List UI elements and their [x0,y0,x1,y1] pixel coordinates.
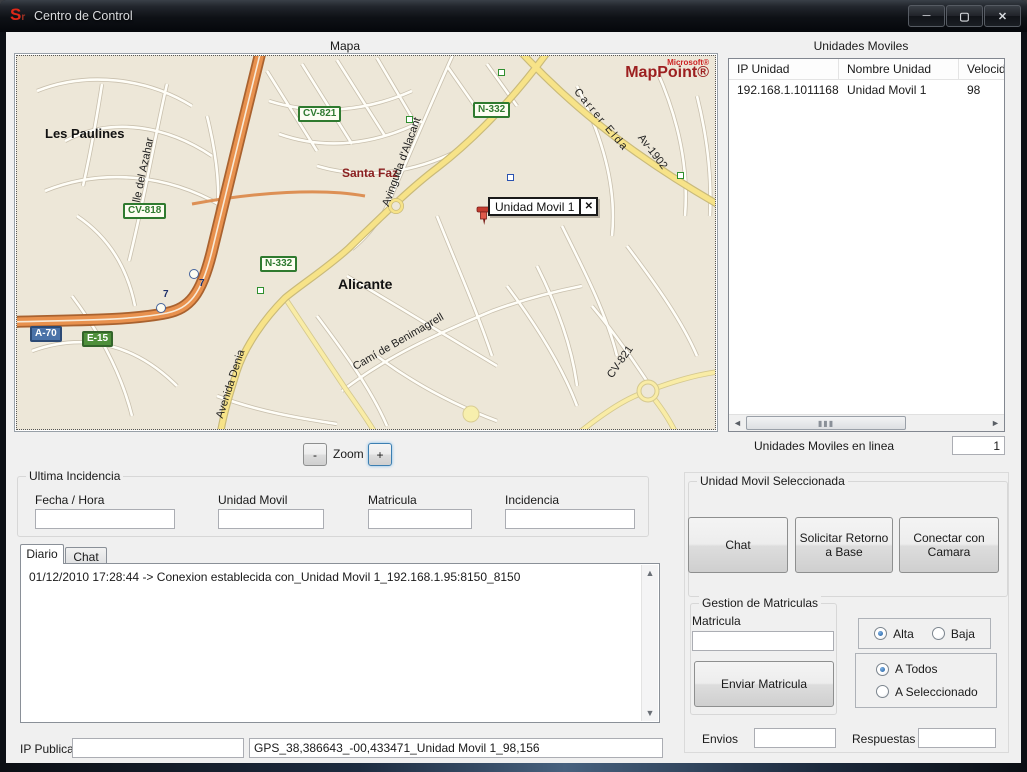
map-place-alicante: Alicante [338,276,392,292]
minimize-button[interactable]: ─ [908,5,945,27]
green-square-marker [677,172,684,179]
radio-baja-icon[interactable] [932,627,945,640]
table-row[interactable]: 192.168.1.1011168 Unidad Movil 1 98 [729,80,1004,100]
scroll-up-icon[interactable]: ▲ [642,565,658,581]
yellow-blob [463,406,479,422]
column-header-velocidad[interactable]: Velocidad [959,59,1005,79]
units-panel-title: Unidades Moviles [776,39,946,53]
shield-n332-north: N-332 [473,102,510,118]
ip-publica-field[interactable] [72,738,244,758]
respuestas-field[interactable] [918,728,996,748]
units-table-header[interactable]: IP Unidad Nombre Unidad Velocidad [729,59,1004,80]
matricula-input[interactable] [692,631,834,651]
shield-e15: E-15 [82,331,113,347]
vertical-scrollbar[interactable]: ▲ ▼ [641,565,658,721]
gps-status-field[interactable] [249,738,663,758]
blue-square-marker [507,174,514,181]
scroll-right-icon[interactable]: ► [987,415,1004,431]
fecha-hora-field[interactable] [35,509,175,529]
enviar-matricula-button[interactable]: Enviar Matricula [694,661,834,707]
envios-label: Envios [702,732,738,746]
exit-number: 7 [163,289,169,300]
cell-ip: 192.168.1.1011168 [729,80,839,100]
green-square-marker [406,116,413,123]
zoom-in-button[interactable]: + [368,443,392,466]
online-units-value[interactable] [952,436,1005,455]
client-area: Mapa [6,32,1021,763]
window-bottom-edge [0,763,1027,772]
map-place-les-paulines: Les Paulines [45,126,124,141]
fecha-hora-label: Fecha / Hora [35,493,104,507]
exit-marker [156,303,166,313]
map-frame: Les Paulines Santa Faz Alicante Calle de… [14,53,718,432]
tab-diario[interactable]: Diario [20,544,64,564]
titlebar[interactable]: Sr Centro de Control ─ ▢ ✕ [0,0,1027,32]
envios-field[interactable] [754,728,836,748]
map-group-label: Mapa [305,39,385,53]
shield-a70: A-70 [30,326,62,342]
green-square-marker [498,69,505,76]
unit-callout[interactable]: Unidad Movil 1 ✕ [488,197,598,216]
shield-cv818: CV-818 [123,203,166,219]
green-square-marker [257,287,264,294]
shield-cv821: CV-821 [298,106,341,122]
scroll-left-icon[interactable]: ◄ [729,415,746,431]
radio-a-todos-label: A Todos [895,662,937,676]
diario-log-panel[interactable]: 01/12/2010 17:28:44 -> Conexion establec… [20,563,660,723]
app-window: Sr Centro de Control ─ ▢ ✕ Mapa [0,0,1027,772]
incidencia-field[interactable] [505,509,635,529]
radio-alta-icon[interactable] [874,627,887,640]
matricula-incidencia-field[interactable] [368,509,472,529]
chat-button[interactable]: Chat [688,517,788,573]
zoom-out-button[interactable]: - [303,443,327,466]
incidencia-label: Incidencia [505,493,559,507]
cell-nombre: Unidad Movil 1 [839,80,959,100]
radio-a-todos-icon[interactable] [876,663,889,676]
scroll-down-icon[interactable]: ▼ [642,705,658,721]
radio-alta-label: Alta [893,627,914,641]
app-icon: Sr [10,6,25,27]
cell-velocidad: 98 [959,80,1005,100]
shield-n332-south: N-332 [260,256,297,272]
online-units-label: Unidades Moviles en linea [754,439,894,453]
gestion-matriculas-title: Gestion de Matriculas [699,596,821,610]
unidad-seleccionada-title: Unidad Movil Seleccionada [697,474,848,488]
column-header-ip[interactable]: IP Unidad [729,59,839,79]
radio-a-seleccionado-label: A Seleccionado [895,685,978,699]
horizontal-scrollbar[interactable]: ◄ ▮▮▮ ► [729,414,1004,431]
radio-a-todos[interactable]: A Todos [876,662,996,676]
tab-chat[interactable]: Chat [65,547,107,564]
alta-baja-box: Alta Baja [858,618,991,649]
scrollbar-thumb[interactable]: ▮▮▮ [746,416,906,430]
unidad-movil-label: Unidad Movil [218,493,287,507]
callout-close-icon[interactable]: ✕ [579,199,596,214]
column-header-nombre[interactable]: Nombre Unidad [839,59,959,79]
radio-a-seleccionado-icon[interactable] [876,685,889,698]
solicitar-retorno-button[interactable]: Solicitar Retorno a Base [795,517,893,573]
exit-marker [189,269,199,279]
radio-alta[interactable]: Alta [874,627,914,641]
window-title: Centro de Control [34,9,133,23]
conectar-camara-button[interactable]: Conectar con Camara [899,517,999,573]
unidad-movil-field[interactable] [218,509,324,529]
unit-callout-label: Unidad Movil 1 [490,200,579,214]
respuestas-label: Respuestas [852,732,915,746]
zoom-label: Zoom [333,447,364,461]
ultima-incidencia-title: Ultima Incidencia [26,469,123,483]
matricula-label: Matricula [692,614,741,628]
radio-baja-label: Baja [951,627,975,641]
matricula-incidencia-label: Matricula [368,493,417,507]
radio-a-seleccionado[interactable]: A Seleccionado [876,685,996,699]
units-table[interactable]: IP Unidad Nombre Unidad Velocidad 192.16… [728,58,1005,432]
map[interactable]: Les Paulines Santa Faz Alicante Calle de… [16,55,716,430]
ip-publica-label: IP Publica [20,742,74,756]
exit-number: 7 [199,278,205,289]
mappoint-logo: Microsoft® MapPoint® [625,58,709,78]
radio-baja[interactable]: Baja [932,627,975,641]
log-entry: 01/12/2010 17:28:44 -> Conexion establec… [29,570,635,584]
close-button[interactable]: ✕ [984,5,1021,27]
maximize-button[interactable]: ▢ [946,5,983,27]
destino-box: A Todos A Seleccionado [855,653,997,708]
